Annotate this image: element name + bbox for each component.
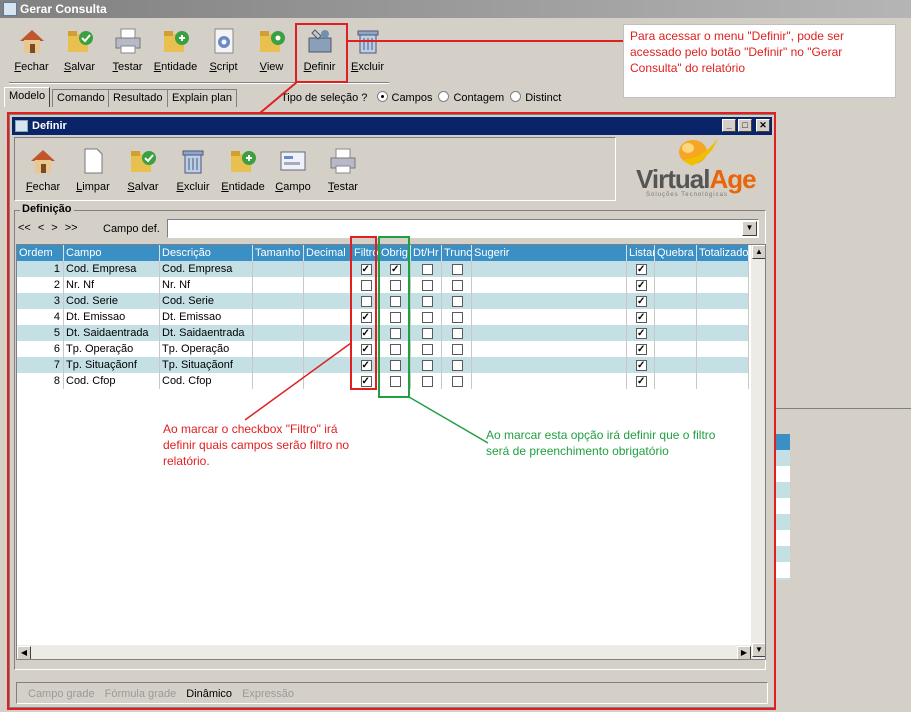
annotation-overlay: [7, 23, 776, 710]
filtro-callout-text: Ao marcar o checkbox "Filtro" irá defini…: [163, 422, 350, 468]
obrig-callout-text: Ao marcar esta opção irá definir que o f…: [486, 428, 716, 458]
